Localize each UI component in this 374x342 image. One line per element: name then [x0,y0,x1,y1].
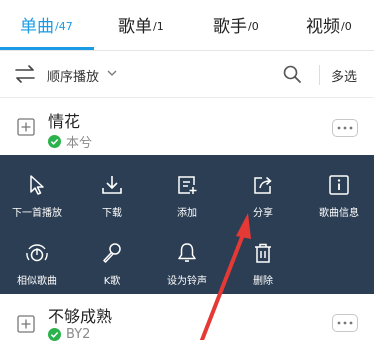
tab-count: /47 [55,20,73,33]
tab-label: 歌单 [118,16,152,37]
tab-bar: 单曲 /47 歌单 /1 歌手 /0 视频 /0 [0,0,374,50]
tab-label: 视频 [306,16,340,37]
tab-count: /0 [341,20,352,33]
song-row[interactable]: 情花 本兮 [0,98,374,155]
play-mode-label[interactable]: 顺序播放 [47,66,99,85]
multi-select-button[interactable]: 多选 [331,66,357,85]
more-options-button[interactable] [332,119,358,137]
share-icon [254,176,272,194]
bell-icon [178,243,196,262]
download-icon [102,176,122,194]
action-label: 相似歌曲 [17,276,57,287]
info-icon [329,175,349,195]
tab-playlists[interactable]: 歌单 /1 [118,0,164,48]
song-artist: 本兮 [66,136,93,151]
action-label: 添加 [177,208,197,219]
song-meta: 本兮 [48,132,92,151]
play-next-icon [30,175,44,195]
action-set-ringtone[interactable]: 设为铃声 [150,241,224,301]
ellipsis-icon [337,321,353,325]
trash-icon [255,243,271,263]
action-label: 删除 [253,276,273,287]
tab-artists[interactable]: 歌手 /0 [213,0,259,48]
sort-icon[interactable] [14,65,36,83]
more-options-button[interactable] [332,314,358,332]
action-label: 下载 [102,208,122,219]
song-action-panel: 下一首播放 下载 添加 分享 歌曲信息 相似歌曲 K歌 设为铃声 删除 [0,155,374,294]
similar-songs-icon [26,244,48,262]
tab-songs[interactable]: 单曲 /47 [20,0,73,48]
action-share[interactable]: 分享 [226,173,300,233]
action-label: K歌 [103,276,121,287]
add-icon[interactable] [17,315,35,333]
ellipsis-icon [337,126,353,130]
action-download[interactable]: 下载 [75,173,149,233]
search-icon[interactable] [282,64,302,84]
song-title: 不够成熟 [48,307,113,326]
action-label: 分享 [253,208,273,219]
song-row[interactable]: 不够成熟 BY2 [0,294,374,342]
chevron-down-icon[interactable] [107,69,117,77]
tab-count: /0 [248,20,259,33]
tab-videos[interactable]: 视频 /0 [306,0,352,48]
tab-label: 歌手 [213,16,247,37]
action-add[interactable]: 添加 [150,173,224,233]
list-toolbar: 顺序播放 多选 [0,51,374,98]
add-icon[interactable] [17,118,35,136]
downloaded-check-icon [48,135,61,148]
action-label: 设为铃声 [167,276,207,287]
action-delete[interactable]: 删除 [226,241,300,301]
action-label: 下一首播放 [12,208,62,219]
downloaded-check-icon [48,328,61,341]
tab-count: /1 [153,20,164,33]
action-karaoke[interactable]: K歌 [75,241,149,301]
add-to-playlist-icon [178,176,197,194]
song-title: 情花 [48,112,81,131]
divider [319,65,320,85]
action-song-info[interactable]: 歌曲信息 [302,173,374,233]
action-play-next[interactable]: 下一首播放 [0,173,74,233]
action-label: 歌曲信息 [319,208,359,219]
microphone-icon [103,243,121,263]
tab-label: 单曲 [20,16,54,37]
action-similar-songs[interactable]: 相似歌曲 [0,241,74,301]
